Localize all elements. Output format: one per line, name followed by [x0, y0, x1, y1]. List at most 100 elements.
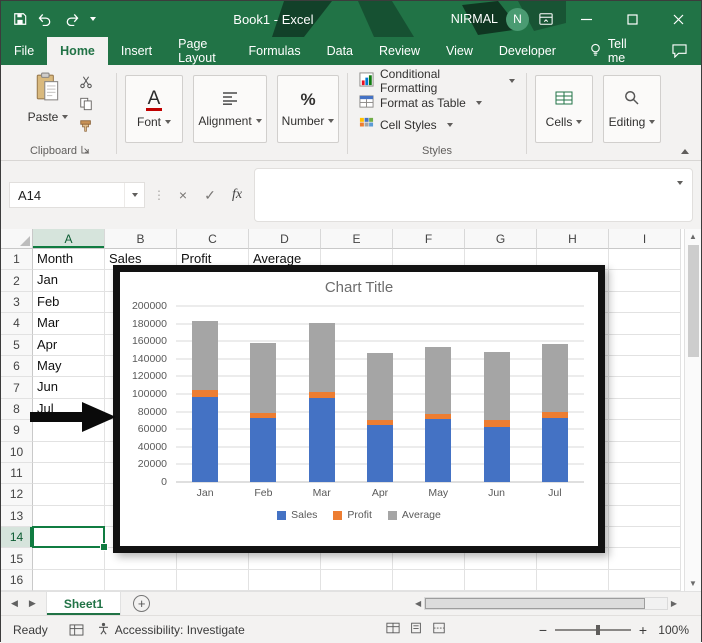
cell-I9[interactable] [609, 420, 681, 441]
zoom-in-icon[interactable]: + [638, 622, 648, 638]
cell-A10[interactable] [33, 442, 105, 463]
row-header-8[interactable]: 8 [1, 399, 33, 420]
close-button[interactable] [655, 1, 701, 37]
bar-jan[interactable] [176, 306, 234, 482]
row-header-11[interactable]: 11 [1, 463, 33, 484]
cell-I1[interactable] [609, 249, 681, 270]
scroll-up-icon[interactable]: ▲ [689, 232, 697, 241]
cell-I5[interactable] [609, 335, 681, 356]
cell-I14[interactable] [609, 527, 681, 548]
legend-average[interactable]: Average [388, 509, 441, 521]
row-header-7[interactable]: 7 [1, 377, 33, 398]
tab-sheet1[interactable]: Sheet1 [46, 592, 121, 615]
confirm-entry-icon[interactable]: ✓ [200, 187, 220, 204]
cell-A5[interactable]: Apr [33, 335, 105, 356]
minimize-button[interactable] [563, 1, 609, 37]
paste-button[interactable]: Paste [24, 69, 72, 135]
bar-may[interactable] [409, 306, 467, 482]
macro-record-icon[interactable] [62, 624, 91, 636]
chart[interactable]: Chart Title 0200004000060000800001000001… [113, 265, 605, 553]
cell-A4[interactable]: Mar [33, 313, 105, 334]
cell-I11[interactable] [609, 463, 681, 484]
segment-profit-jun[interactable] [484, 420, 510, 427]
legend-profit[interactable]: Profit [333, 509, 372, 521]
page-layout-view-icon[interactable] [409, 622, 423, 637]
cell-I8[interactable] [609, 399, 681, 420]
cell-E16[interactable] [321, 570, 393, 591]
column-header-I[interactable]: I [609, 229, 681, 249]
bar-jun[interactable] [467, 306, 525, 482]
cell-A15[interactable] [33, 548, 105, 569]
tab-view[interactable]: View [433, 37, 486, 65]
column-header-C[interactable]: C [177, 229, 249, 249]
column-header-F[interactable]: F [393, 229, 465, 249]
bar-feb[interactable] [234, 306, 292, 482]
column-header-H[interactable]: H [537, 229, 609, 249]
column-header-A[interactable]: A [33, 229, 105, 249]
cell-A2[interactable]: Jan [33, 270, 105, 291]
alignment-group-button[interactable]: Alignment [193, 75, 267, 143]
column-header-G[interactable]: G [465, 229, 537, 249]
segment-sales-mar[interactable] [309, 398, 335, 482]
segment-sales-jul[interactable] [542, 418, 568, 482]
row-header-12[interactable]: 12 [1, 484, 33, 505]
cancel-entry-icon[interactable]: × [173, 187, 193, 203]
cell-A1[interactable]: Month [33, 249, 105, 270]
scroll-down-icon[interactable]: ▼ [689, 579, 697, 588]
cell-A7[interactable]: Jun [33, 377, 105, 398]
segment-sales-jan[interactable] [192, 397, 218, 482]
cell-I2[interactable] [609, 270, 681, 291]
scroll-left-icon[interactable]: ◀ [415, 599, 421, 608]
zoom-slider[interactable] [555, 629, 631, 631]
row-header-1[interactable]: 1 [1, 249, 33, 270]
cell-A6[interactable]: May [33, 356, 105, 377]
formula-bar-splitter[interactable]: ⋮ [152, 188, 166, 202]
segment-average-mar[interactable] [309, 323, 335, 393]
zoom-out-icon[interactable]: − [538, 622, 548, 638]
styles-item-format-as-table[interactable]: Format as Table [359, 93, 482, 112]
cell-I10[interactable] [609, 442, 681, 463]
format-painter-icon[interactable] [76, 117, 96, 135]
legend-sales[interactable]: Sales [277, 509, 317, 521]
select-all-corner[interactable] [1, 229, 33, 249]
bar-mar[interactable] [293, 306, 351, 482]
cell-A13[interactable] [33, 506, 105, 527]
tab-insert[interactable]: Insert [108, 37, 165, 65]
bar-jul[interactable] [526, 306, 584, 482]
tab-formulas[interactable]: Formulas [236, 37, 314, 65]
expand-formula-bar-icon[interactable] [677, 181, 683, 185]
row-header-15[interactable]: 15 [1, 548, 33, 569]
segment-average-feb[interactable] [250, 343, 276, 413]
row-header-10[interactable]: 10 [1, 442, 33, 463]
vertical-scrollbar[interactable]: ▲ ▼ [684, 229, 701, 591]
comment-icon[interactable] [659, 37, 701, 65]
ribbon-display-options-icon[interactable] [529, 1, 563, 37]
cell-A16[interactable] [33, 570, 105, 591]
cell-I16[interactable] [609, 570, 681, 591]
accessibility-status[interactable]: Accessibility: Investigate [91, 622, 245, 638]
cell-I3[interactable] [609, 292, 681, 313]
row-header-5[interactable]: 5 [1, 335, 33, 356]
cell-A12[interactable] [33, 484, 105, 505]
cell-I12[interactable] [609, 484, 681, 505]
arrow-shape[interactable] [30, 400, 117, 434]
normal-view-icon[interactable] [386, 622, 400, 637]
cell-C16[interactable] [177, 570, 249, 591]
cells-group-button[interactable]: Cells [535, 75, 593, 143]
name-box[interactable]: A14 [9, 182, 145, 208]
tab-home[interactable]: Home [47, 37, 108, 65]
page-break-view-icon[interactable] [432, 622, 446, 637]
row-header-9[interactable]: 9 [1, 420, 33, 441]
copy-icon[interactable] [76, 95, 96, 113]
save-icon[interactable] [13, 12, 27, 26]
segment-average-jun[interactable] [484, 352, 510, 421]
column-header-B[interactable]: B [105, 229, 177, 249]
row-header-4[interactable]: 4 [1, 313, 33, 334]
cell-I6[interactable] [609, 356, 681, 377]
editing-group-button[interactable]: Editing [603, 75, 661, 143]
sheet-nav-left-icon[interactable]: ◀ [11, 598, 18, 609]
styles-item-conditional-formatting[interactable]: Conditional Formatting [359, 71, 515, 90]
segment-average-apr[interactable] [367, 353, 393, 421]
undo-icon[interactable] [38, 13, 53, 26]
cut-icon[interactable] [76, 73, 96, 91]
